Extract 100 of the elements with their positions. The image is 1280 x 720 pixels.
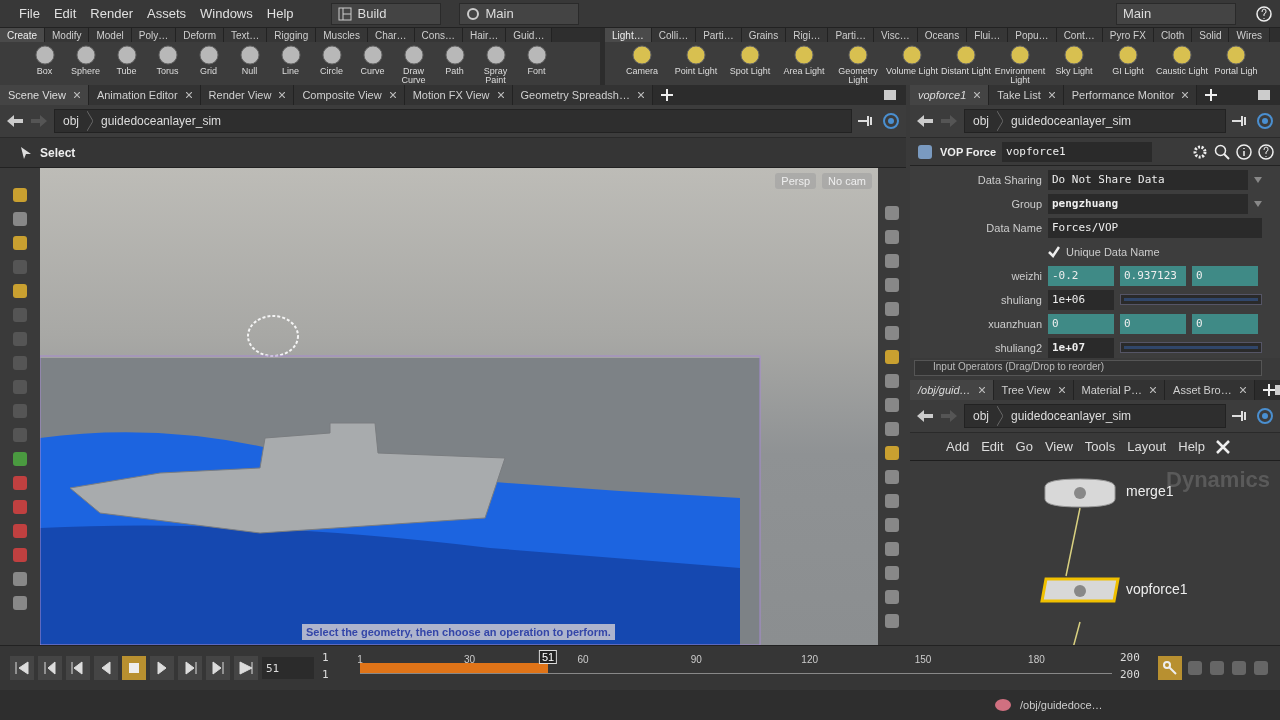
- tool-icon[interactable]: [883, 252, 901, 270]
- dropdown-arrow-icon[interactable]: [1254, 176, 1262, 183]
- tool-icon[interactable]: [11, 498, 29, 516]
- menu-item[interactable]: Windows: [193, 6, 260, 21]
- tool-icon[interactable]: [883, 468, 901, 486]
- pane-tab[interactable]: Performance Monitor: [1063, 85, 1198, 105]
- shelf-tab[interactable]: Muscles: [316, 28, 368, 42]
- shelf-tool[interactable]: Path: [434, 44, 475, 76]
- shelf-tool[interactable]: Volume Light: [885, 44, 939, 76]
- path-segment[interactable]: guidedoceanlayer_sim: [101, 114, 222, 128]
- start-frame[interactable]: 1: [318, 651, 356, 668]
- back-arrow-icon[interactable]: [916, 409, 934, 423]
- path-segment[interactable]: guidedoceanlayer_sim: [1011, 409, 1132, 423]
- plus-icon[interactable]: [1262, 384, 1275, 396]
- number-field[interactable]: 0: [1120, 313, 1186, 334]
- shelf-tool[interactable]: Environment Light: [993, 44, 1047, 85]
- tool-icon[interactable]: [883, 420, 901, 438]
- pane-tab[interactable]: Material P…: [1073, 380, 1166, 400]
- shelf-tab[interactable]: Char…: [367, 28, 415, 42]
- number-field[interactable]: 1e+06: [1048, 289, 1114, 310]
- shelf-tool[interactable]: Caustic Light: [1155, 44, 1209, 76]
- back-arrow-icon[interactable]: [6, 114, 24, 128]
- shelf-tab[interactable]: Deform: [176, 28, 224, 42]
- tool-icon[interactable]: [883, 348, 901, 366]
- shelf-tool[interactable]: Grid: [188, 44, 229, 76]
- tool-icon[interactable]: [883, 588, 901, 606]
- pane-tab[interactable]: Animation Editor: [88, 85, 201, 105]
- menu-item[interactable]: Edit: [46, 6, 84, 21]
- menu-field[interactable]: pengzhuang: [1048, 193, 1248, 214]
- tool-icon[interactable]: [11, 450, 29, 468]
- tool-icon[interactable]: [883, 204, 901, 222]
- shelf-tab[interactable]: Cons…: [414, 28, 463, 42]
- shelf-tool[interactable]: Camera: [615, 44, 669, 76]
- shelf-tab[interactable]: Oceans: [917, 28, 968, 42]
- playback-button[interactable]: [150, 656, 174, 680]
- close-tab-icon[interactable]: [73, 92, 80, 98]
- tool-icon[interactable]: [11, 570, 29, 588]
- shelf-tool[interactable]: Font: [516, 44, 557, 76]
- shelf-tab[interactable]: Hair…: [462, 28, 507, 42]
- close-tab-icon[interactable]: [1150, 387, 1157, 393]
- shelf-tab[interactable]: Pyro FX: [1102, 28, 1154, 42]
- shelf-tab[interactable]: Flui…: [967, 28, 1009, 42]
- path-segment[interactable]: obj: [973, 114, 989, 128]
- playback-button[interactable]: [66, 656, 90, 680]
- node-type-icon[interactable]: [916, 142, 934, 161]
- number-field[interactable]: 0: [1192, 313, 1258, 334]
- playback-button[interactable]: [234, 656, 258, 680]
- node-name-field[interactable]: vopforce1: [1002, 141, 1153, 162]
- shelf-tool[interactable]: Box: [24, 44, 65, 76]
- menu-item[interactable]: Tools: [1078, 439, 1122, 454]
- start-frame[interactable]: 1: [318, 668, 356, 685]
- pane-tab[interactable]: Tree View: [993, 380, 1074, 400]
- shelf-tab[interactable]: Rigi…: [786, 28, 829, 42]
- close-tab-icon[interactable]: [185, 92, 192, 98]
- number-field[interactable]: 1e+07: [1048, 337, 1114, 358]
- close-tab-icon[interactable]: [974, 92, 981, 98]
- pane-tab[interactable]: Composite View: [294, 85, 405, 105]
- shelf-tool[interactable]: GI Light: [1101, 44, 1155, 76]
- close-tab-icon[interactable]: [978, 387, 985, 393]
- path-segment[interactable]: obj: [63, 114, 79, 128]
- tool-icon[interactable]: [883, 396, 901, 414]
- help-icon[interactable]: [1256, 5, 1272, 22]
- shelf-tool[interactable]: Spot Light: [723, 44, 777, 76]
- shelf-tab[interactable]: Popu…: [1008, 28, 1057, 42]
- shelf-tab[interactable]: Modify: [45, 28, 90, 42]
- shelf-tab[interactable]: Cont…: [1056, 28, 1103, 42]
- pane-tab[interactable]: Motion FX View: [404, 85, 513, 105]
- close-tab-icon[interactable]: [1239, 387, 1246, 393]
- number-field[interactable]: 0: [1192, 265, 1258, 286]
- shelf-tool[interactable]: Null: [229, 44, 270, 76]
- shelf-tool[interactable]: Sky Light: [1047, 44, 1101, 76]
- shelf-tab[interactable]: Parti…: [828, 28, 874, 42]
- back-arrow-icon[interactable]: [916, 114, 934, 128]
- shelf-tool[interactable]: Point Light: [669, 44, 723, 76]
- info-icon[interactable]: [1236, 143, 1252, 160]
- shelf-tab[interactable]: Grains: [741, 28, 787, 42]
- tool-icon[interactable]: [1230, 659, 1248, 677]
- pane-tab[interactable]: Geometry Spreadsh…: [512, 85, 653, 105]
- current-frame[interactable]: 51: [538, 650, 558, 664]
- pane-tab[interactable]: Asset Bro…: [1165, 380, 1255, 400]
- tool-icon[interactable]: [883, 540, 901, 558]
- shelf-tool[interactable]: Portal Ligh: [1209, 44, 1263, 76]
- close-tab-icon[interactable]: [497, 92, 504, 98]
- number-field[interactable]: 0: [1048, 313, 1114, 334]
- context-menu[interactable]: Main: [1116, 2, 1236, 25]
- playback-button[interactable]: [178, 656, 202, 680]
- shelf-tab[interactable]: Guid…: [506, 28, 553, 42]
- menu-item[interactable]: Assets: [140, 6, 193, 21]
- search-icon[interactable]: [1214, 143, 1230, 160]
- path-field[interactable]: obj guidedoceanlayer_sim: [964, 404, 1226, 428]
- tool-icon[interactable]: [883, 372, 901, 390]
- shelf-tool[interactable]: Torus: [147, 44, 188, 76]
- tool-icon[interactable]: [883, 444, 901, 462]
- shelf-tab[interactable]: Light…: [605, 28, 652, 42]
- pane-tab[interactable]: Scene View: [0, 85, 89, 105]
- tool-icon[interactable]: [1186, 659, 1204, 677]
- text-field[interactable]: Forces/VOP: [1048, 217, 1262, 238]
- shelf-tool[interactable]: Geometry Light: [831, 44, 885, 85]
- menu-item[interactable]: Layout: [1121, 439, 1173, 454]
- menu-item[interactable]: Help: [1172, 439, 1211, 454]
